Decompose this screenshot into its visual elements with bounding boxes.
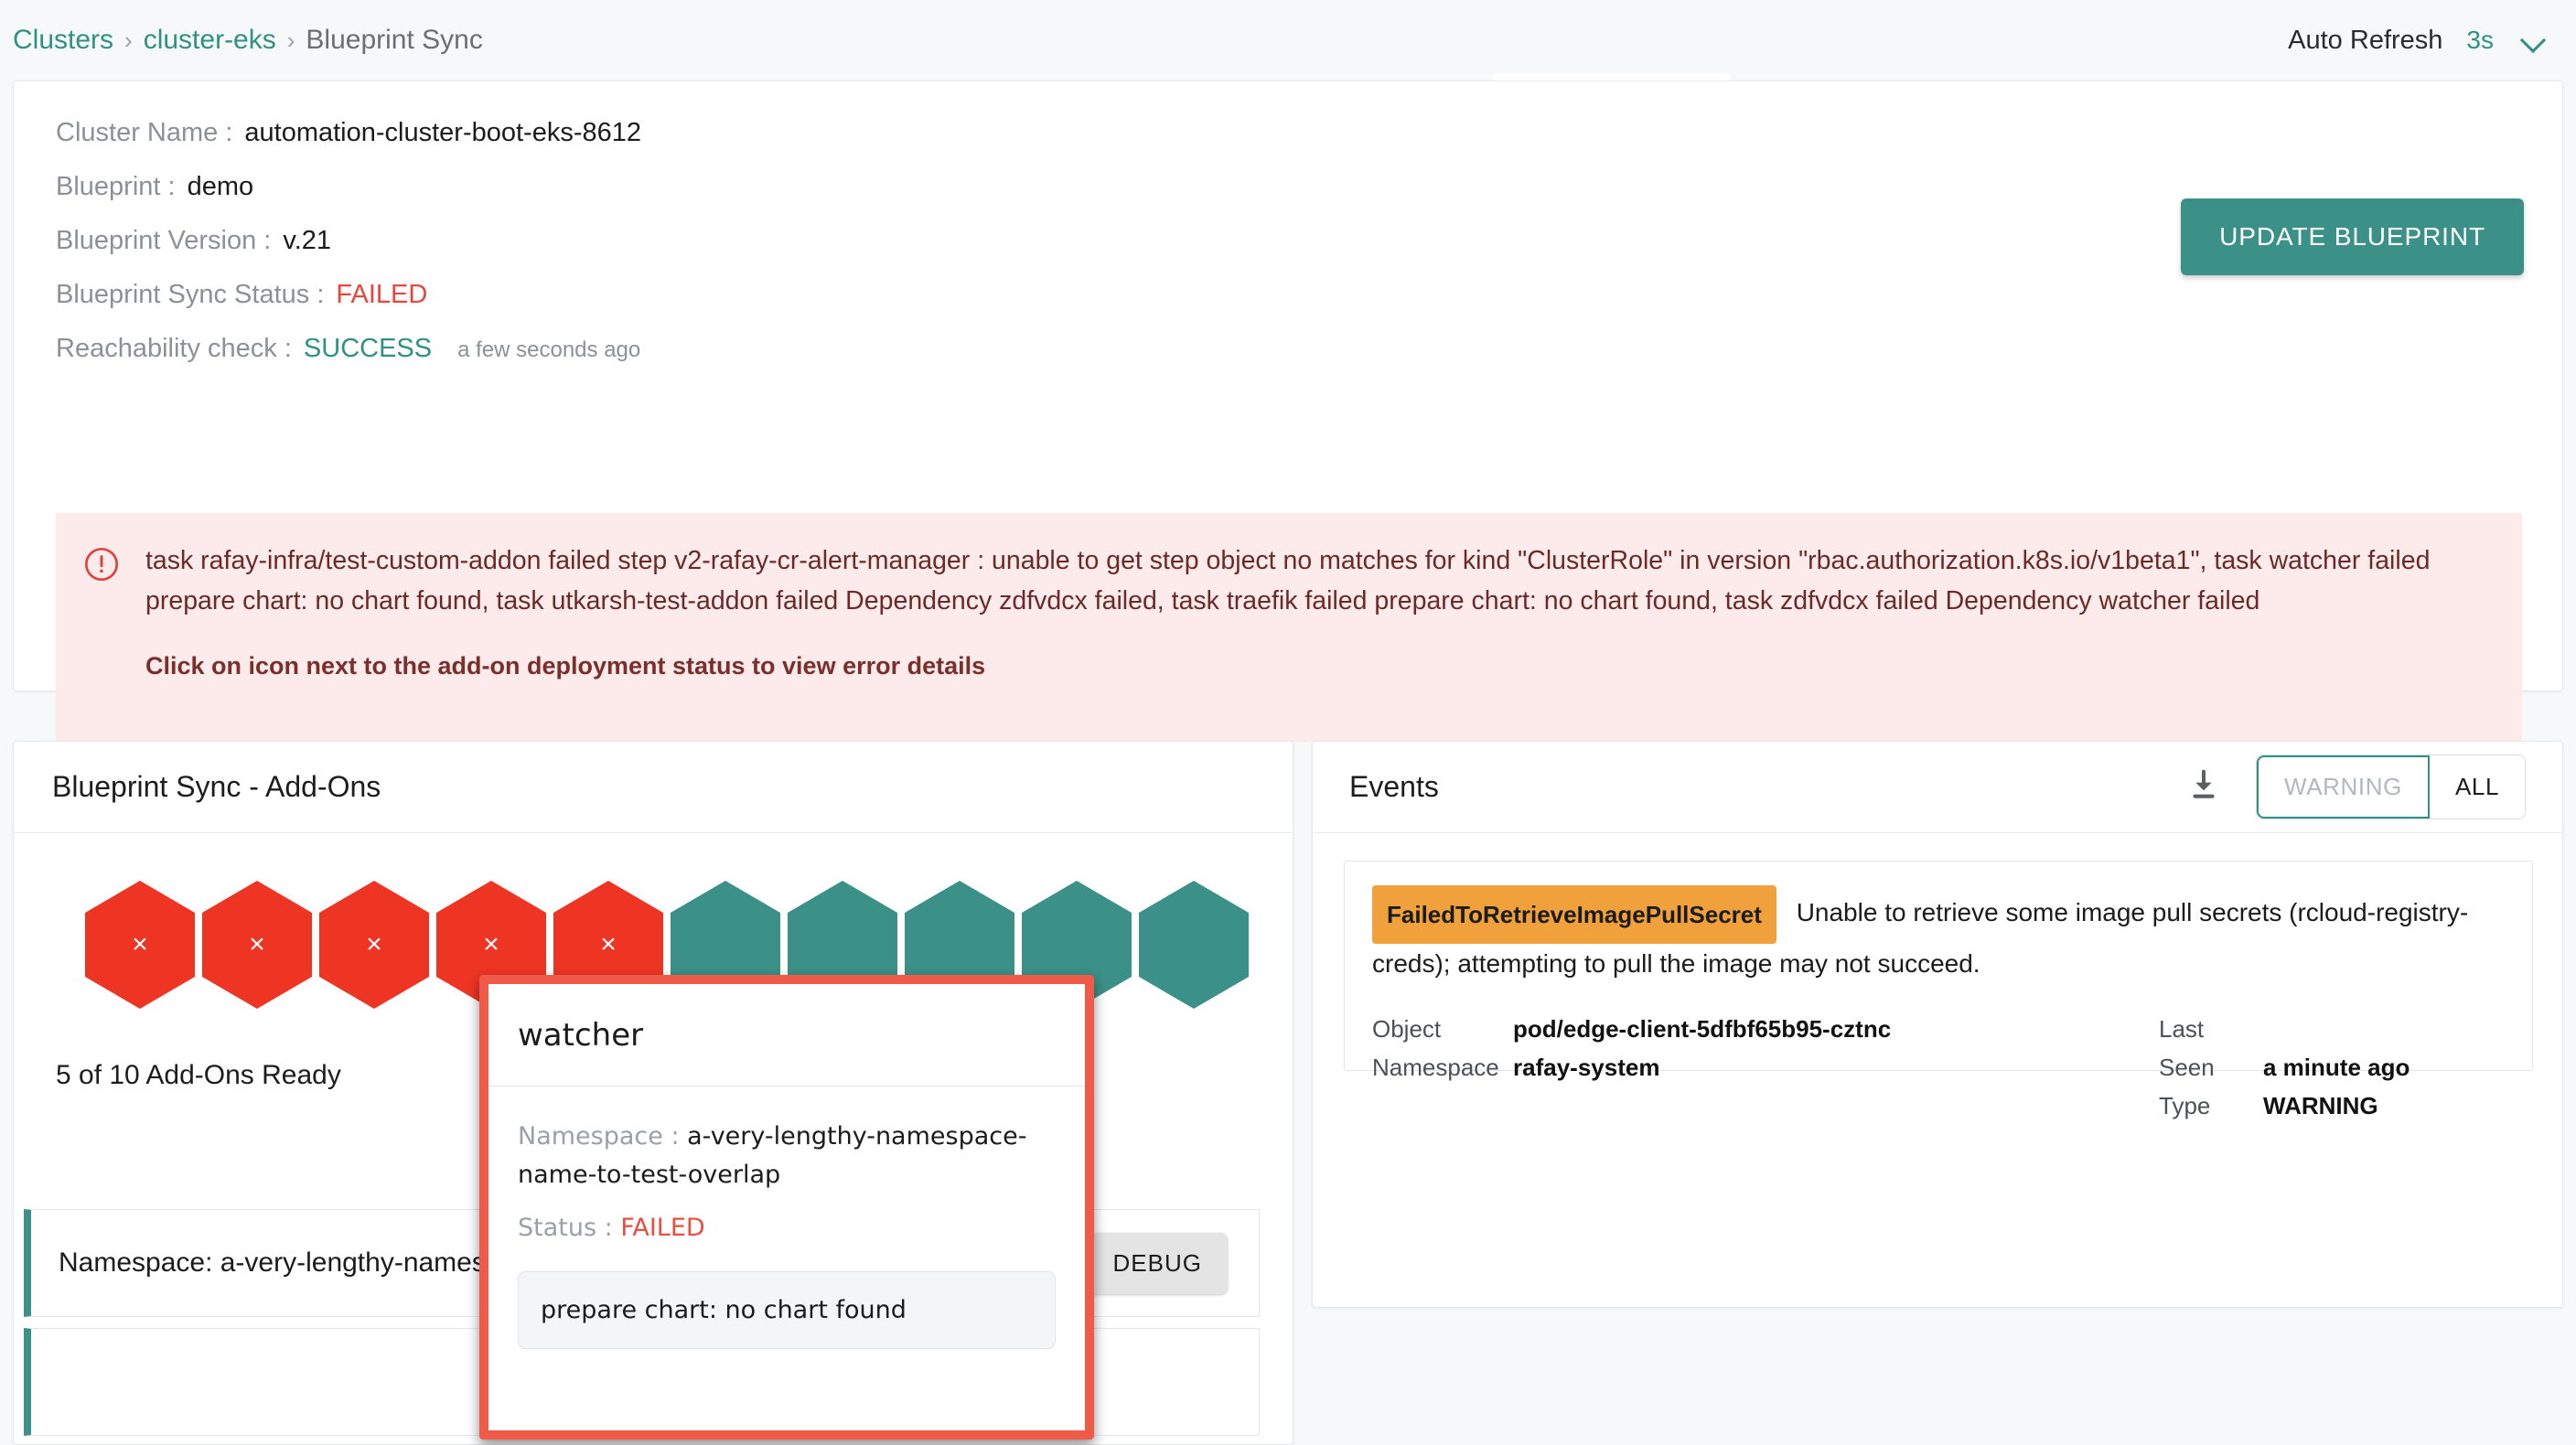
tooltip-body: Namespace : a-very-lengthy-namespace-nam… [488,1086,1085,1349]
breadcrumb-separator: › [286,27,295,54]
addon-hexagon-failed[interactable]: × [202,881,312,1009]
tooltip-namespace-row: Namespace : a-very-lengthy-namespace-nam… [518,1118,1056,1194]
event-type-value: WARNING [2263,1092,2378,1119]
event-lastseen-label: Last Seen [2159,1015,2215,1081]
auto-refresh-control[interactable]: Auto Refresh 3s [2288,26,2545,56]
breadcrumb-separator: › [124,27,133,54]
tooltip-title: watcher [518,1016,644,1054]
auto-refresh-value[interactable]: 3s [2466,26,2494,55]
events-panel-header: Events WARNING ALL [1313,742,2562,833]
tooltip-status-label: Status : [518,1214,613,1242]
field-blueprint: Blueprint : demo [56,172,2520,202]
breadcrumb-item-cluster-eks[interactable]: cluster-eks [144,25,276,56]
event-message-row: FailedToRetrieveImagePullSecret Unable t… [1372,885,2505,984]
x-icon: × [600,929,617,959]
breadcrumb-item-blueprint-sync: Blueprint Sync [306,25,483,55]
tooltip-status-value: FAILED [620,1214,705,1242]
auto-refresh-label: Auto Refresh [2288,25,2443,55]
error-banner: task rafay-infra/test-custom-addon faile… [56,513,2522,742]
field-blueprint-sync-status: Blueprint Sync Status : FAILED [56,280,2520,310]
chevron-down-icon[interactable] [2521,28,2545,52]
status-badge-reachability: SUCCESS [303,334,433,363]
field-label: Cluster Name : [56,118,233,147]
tooltip-namespace-label: Namespace : [518,1122,680,1151]
field-cluster-name: Cluster Name : automation-cluster-boot-e… [56,118,2520,148]
tooltip-error-message: prepare chart: no chart found [518,1271,1056,1349]
field-label: Reachability check : [56,334,292,363]
field-label: Blueprint Sync Status : [56,280,325,309]
events-filter-all[interactable]: ALL [2429,755,2525,819]
tooltip-status-row: Status : FAILED [518,1209,1056,1247]
addons-panel-title: Blueprint Sync - Add-Ons [52,770,381,803]
events-actions: WARNING ALL [2186,755,2526,819]
x-icon: × [132,929,148,959]
events-filter-warning[interactable]: WARNING [2257,755,2430,819]
event-metadata: Object pod/edge-client-5dfbf65b95-cztnc N… [1372,1010,2505,1125]
events-panel-title: Events [1349,770,1439,803]
alert-circle-icon [83,546,120,711]
tooltip-header: watcher [488,984,1085,1086]
event-type-row: Type WARNING [2159,1086,2410,1125]
addon-hexagon-failed[interactable]: × [85,881,195,1009]
status-badge-sync: FAILED [336,280,428,309]
addon-hexagon-ready[interactable] [1139,881,1249,1009]
field-label: Blueprint Version : [56,226,272,255]
event-namespace-label: Namespace [1372,1054,1499,1081]
event-object-value: pod/edge-client-5dfbf65b95-cztnc [1513,1015,1892,1043]
events-panel: Events WARNING ALL FailedToRetrieveImage… [1312,741,2563,1308]
events-filter-group: WARNING ALL [2256,755,2526,819]
addon-detail-tooltip: watcher Namespace : a-very-lengthy-names… [479,975,1094,1440]
reachability-timestamp: a few seconds ago [457,337,641,362]
event-meta-left: Object pod/edge-client-5dfbf65b95-cztnc N… [1372,1010,2159,1125]
event-meta-right: Last Seen a minute ago Type WARNING [2159,1010,2410,1125]
x-icon: × [249,929,265,959]
breadcrumb-item-clusters[interactable]: Clusters [13,25,113,56]
event-list-item: FailedToRetrieveImagePullSecret Unable t… [1344,861,2533,1119]
update-blueprint-button[interactable]: UPDATE BLUEPRINT [2181,198,2524,275]
x-icon: × [483,929,499,959]
event-object-row: Object pod/edge-client-5dfbf65b95-cztnc [1372,1010,2159,1048]
field-label: Blueprint : [56,172,176,201]
event-reason-badge: FailedToRetrieveImagePullSecret [1372,885,1776,944]
field-value: automation-cluster-boot-eks-8612 [244,118,642,147]
addons-panel-header: Blueprint Sync - Add-Ons [14,742,1293,833]
field-value: demo [187,172,254,201]
event-type-label: Type [2159,1092,2211,1119]
error-message: task rafay-infra/test-custom-addon faile… [145,546,2431,615]
cluster-summary-card: Cluster Name : automation-cluster-boot-e… [13,80,2563,742]
event-object-label: Object [1372,1015,1442,1043]
field-blueprint-version: Blueprint Version : v.21 [56,226,2520,256]
field-value: v.21 [283,226,332,255]
event-lastseen-row: Last Seen a minute ago [2159,1010,2410,1086]
addon-hexagon-failed[interactable]: × [319,881,429,1009]
download-icon[interactable] [2186,767,2221,807]
debug-button[interactable]: DEBUG [1087,1232,1228,1294]
event-namespace-value: rafay-system [1513,1054,1660,1081]
event-namespace-row: Namespace rafay-system [1372,1048,2159,1086]
event-lastseen-value: a minute ago [2263,1054,2410,1081]
field-reachability-check: Reachability check : SUCCESS a few secon… [56,334,2520,364]
breadcrumb: Clusters › cluster-eks › Blueprint Sync [13,25,483,56]
top-bar: Clusters › cluster-eks › Blueprint Sync … [0,0,2576,80]
error-hint: Click on icon next to the add-on deploym… [145,652,986,680]
x-icon: × [366,929,382,959]
